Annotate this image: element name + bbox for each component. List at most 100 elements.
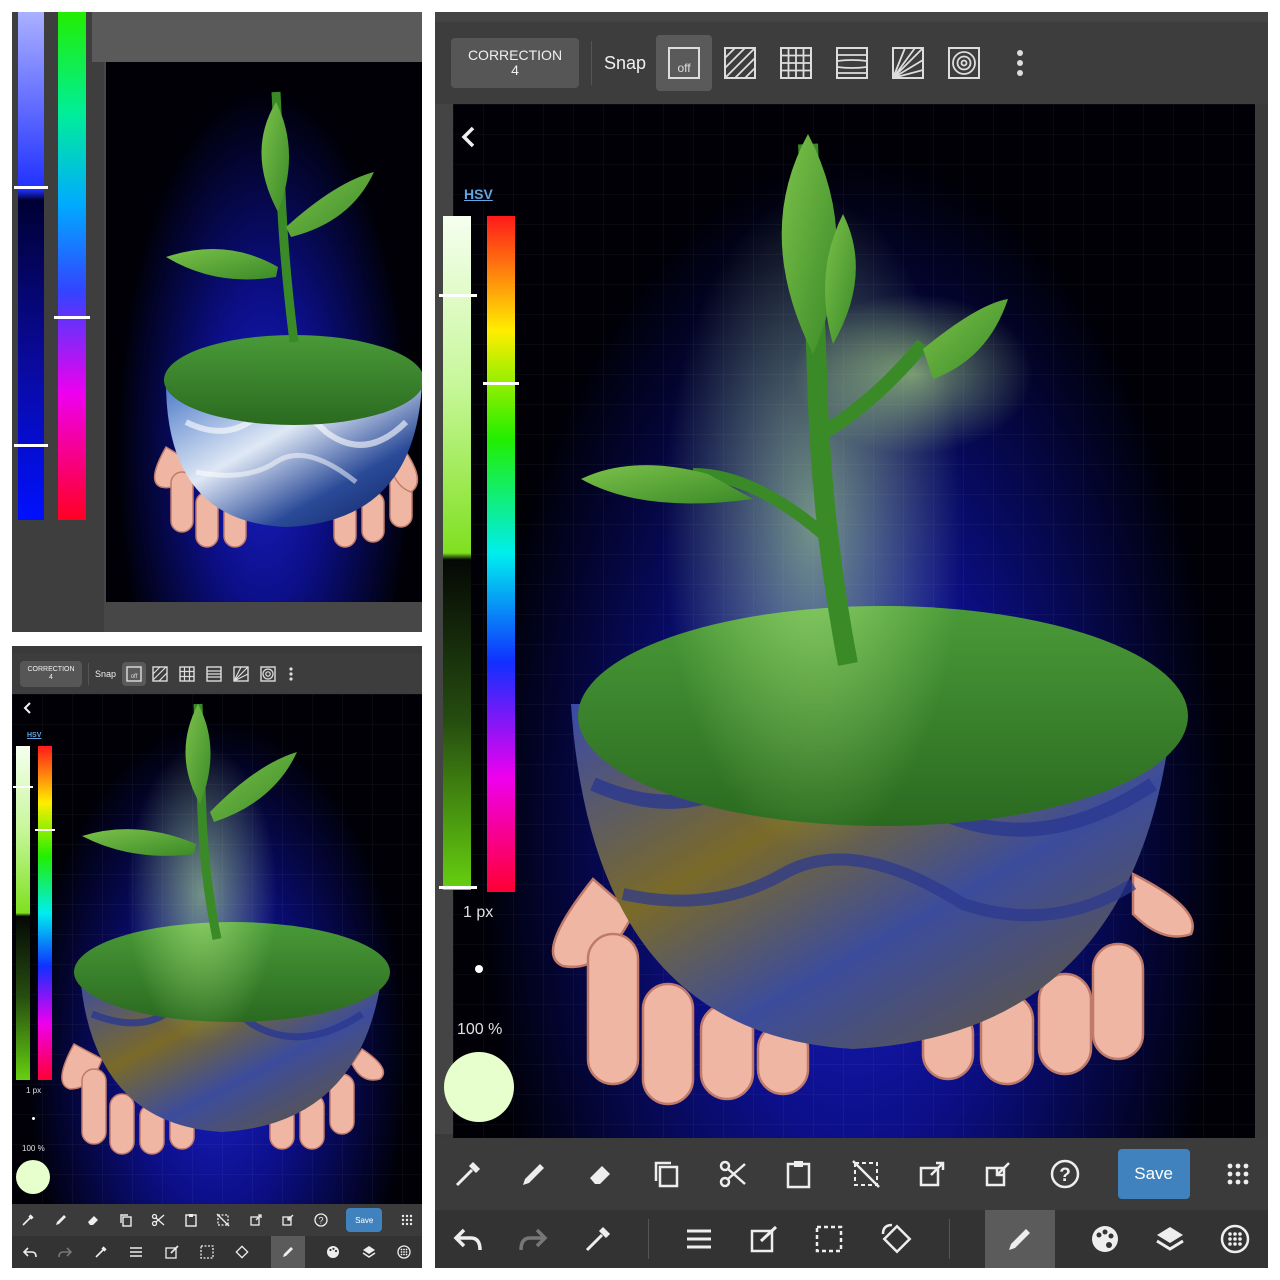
export-icon[interactable] bbox=[917, 1159, 947, 1189]
plant-leaf bbox=[286, 172, 374, 237]
eraser-icon[interactable] bbox=[86, 1213, 100, 1227]
eyedropper-icon[interactable] bbox=[94, 1245, 108, 1259]
pen-icon[interactable] bbox=[519, 1159, 549, 1189]
layers-icon[interactable] bbox=[362, 1245, 376, 1259]
artwork-canvas[interactable] bbox=[453, 104, 1255, 1138]
help-icon[interactable]: ? bbox=[314, 1213, 328, 1227]
snap-grid-button[interactable] bbox=[768, 35, 824, 91]
import-icon[interactable] bbox=[983, 1159, 1013, 1189]
snap-radial-button[interactable] bbox=[227, 662, 254, 686]
pen-icon[interactable] bbox=[54, 1213, 68, 1227]
value-slider-handle[interactable] bbox=[13, 786, 33, 788]
color-mode-label[interactable]: HSV bbox=[27, 732, 41, 739]
export-icon[interactable] bbox=[249, 1213, 263, 1227]
rotate-icon[interactable] bbox=[880, 1222, 914, 1256]
grid-menu-icon[interactable] bbox=[401, 1214, 413, 1226]
chevron-left-icon[interactable] bbox=[22, 702, 34, 714]
brush-icon bbox=[282, 1247, 293, 1257]
snap-horizontal-button[interactable] bbox=[200, 662, 227, 686]
hue-slider-handle[interactable] bbox=[483, 382, 519, 385]
concentric-circles-icon bbox=[948, 47, 981, 79]
cut-icon[interactable] bbox=[718, 1159, 748, 1189]
edit-icon[interactable] bbox=[749, 1224, 779, 1254]
snap-concentric-button[interactable] bbox=[936, 35, 992, 91]
save-button[interactable]: Save bbox=[1117, 1149, 1190, 1199]
opacity-value: 100 % bbox=[457, 1021, 503, 1038]
undo-icon[interactable] bbox=[453, 1224, 483, 1254]
grid-menu-icon[interactable] bbox=[1226, 1162, 1250, 1186]
eyedropper-icon[interactable] bbox=[21, 1213, 35, 1227]
canvas-area bbox=[92, 12, 422, 62]
earth-plant-artwork bbox=[453, 104, 1255, 1138]
import-icon[interactable] bbox=[281, 1213, 295, 1227]
value-slider-handle-lower[interactable] bbox=[14, 444, 48, 447]
menu-icon[interactable] bbox=[129, 1245, 143, 1259]
svg-text:off: off bbox=[131, 674, 138, 680]
menu-icon[interactable] bbox=[684, 1224, 714, 1254]
paste-icon[interactable] bbox=[784, 1159, 814, 1189]
hue-slider[interactable] bbox=[38, 746, 52, 1080]
value-slider[interactable] bbox=[16, 746, 30, 1080]
hue-slider-handle[interactable] bbox=[54, 316, 90, 319]
current-color-swatch[interactable] bbox=[444, 1052, 514, 1122]
more-options-button[interactable] bbox=[281, 662, 301, 686]
parallel-lines-icon bbox=[724, 47, 757, 79]
palette-icon[interactable] bbox=[1090, 1224, 1120, 1254]
value-slider[interactable] bbox=[443, 216, 471, 890]
brush-tool-button[interactable] bbox=[984, 1210, 1055, 1268]
selection-icon[interactable] bbox=[814, 1224, 844, 1254]
snap-parallel-button[interactable] bbox=[712, 35, 768, 91]
deselect-icon[interactable] bbox=[216, 1213, 230, 1227]
snap-horizontal-button[interactable] bbox=[824, 35, 880, 91]
brush-size-value: 1 px bbox=[463, 904, 494, 921]
value-slider-handle-upper[interactable] bbox=[14, 186, 48, 189]
hue-slider[interactable] bbox=[58, 12, 86, 520]
eyedropper-icon[interactable] bbox=[583, 1224, 613, 1254]
help-icon[interactable]: ? bbox=[1049, 1158, 1081, 1190]
artwork-canvas[interactable] bbox=[106, 62, 422, 602]
deselect-icon[interactable] bbox=[851, 1159, 881, 1189]
value-slider-handle-bottom[interactable] bbox=[439, 886, 477, 889]
selection-icon[interactable] bbox=[200, 1245, 214, 1259]
palette-icon[interactable] bbox=[326, 1245, 340, 1259]
save-button[interactable]: Save bbox=[346, 1208, 383, 1232]
rotate-icon[interactable] bbox=[235, 1245, 250, 1259]
snap-parallel-button[interactable] bbox=[146, 662, 173, 686]
snap-off-icon: off bbox=[126, 666, 142, 682]
edit-icon[interactable] bbox=[164, 1245, 179, 1259]
color-mode-label[interactable]: HSV bbox=[464, 186, 493, 202]
more-options-button[interactable] bbox=[992, 35, 1048, 91]
bottom-toolbar: ? Save bbox=[435, 1138, 1268, 1210]
snap-off-button[interactable]: off bbox=[122, 662, 147, 686]
brush-tool-button[interactable] bbox=[270, 1236, 305, 1268]
brush-size-dot[interactable] bbox=[32, 1117, 35, 1120]
current-color-swatch[interactable] bbox=[16, 1160, 50, 1194]
value-slider-handle[interactable] bbox=[439, 294, 477, 297]
hue-slider-handle[interactable] bbox=[35, 829, 55, 831]
snap-off-button[interactable]: off bbox=[656, 35, 713, 91]
snap-radial-button[interactable] bbox=[880, 35, 936, 91]
correction-button[interactable]: CORRECTION 4 bbox=[20, 661, 82, 687]
eyedropper-icon[interactable] bbox=[453, 1159, 483, 1189]
chevron-left-icon[interactable] bbox=[459, 126, 479, 148]
hue-slider[interactable] bbox=[487, 216, 515, 892]
earth-plant-artwork bbox=[12, 694, 422, 1204]
cut-icon[interactable] bbox=[151, 1213, 165, 1227]
snap-concentric-button[interactable] bbox=[254, 662, 281, 686]
layers-icon[interactable] bbox=[1155, 1224, 1185, 1254]
panel-right: CORRECTION 4 Snap off HSV 1 px 100 % ? S… bbox=[435, 12, 1268, 1268]
settings-icon[interactable] bbox=[1220, 1224, 1250, 1254]
correction-button[interactable]: CORRECTION 4 bbox=[451, 38, 579, 88]
paste-icon[interactable] bbox=[184, 1213, 198, 1227]
brush-icon bbox=[1008, 1229, 1030, 1250]
snap-grid-button[interactable] bbox=[173, 662, 200, 686]
copy-icon[interactable] bbox=[652, 1159, 682, 1189]
copy-icon[interactable] bbox=[119, 1213, 133, 1227]
undo-icon[interactable] bbox=[22, 1245, 37, 1259]
artwork-canvas-small[interactable] bbox=[12, 694, 422, 1204]
redo-icon[interactable] bbox=[58, 1245, 73, 1259]
brush-size-dot[interactable] bbox=[475, 965, 483, 973]
eraser-icon[interactable] bbox=[586, 1159, 616, 1189]
settings-icon[interactable] bbox=[397, 1245, 411, 1259]
redo-icon[interactable] bbox=[518, 1224, 548, 1254]
